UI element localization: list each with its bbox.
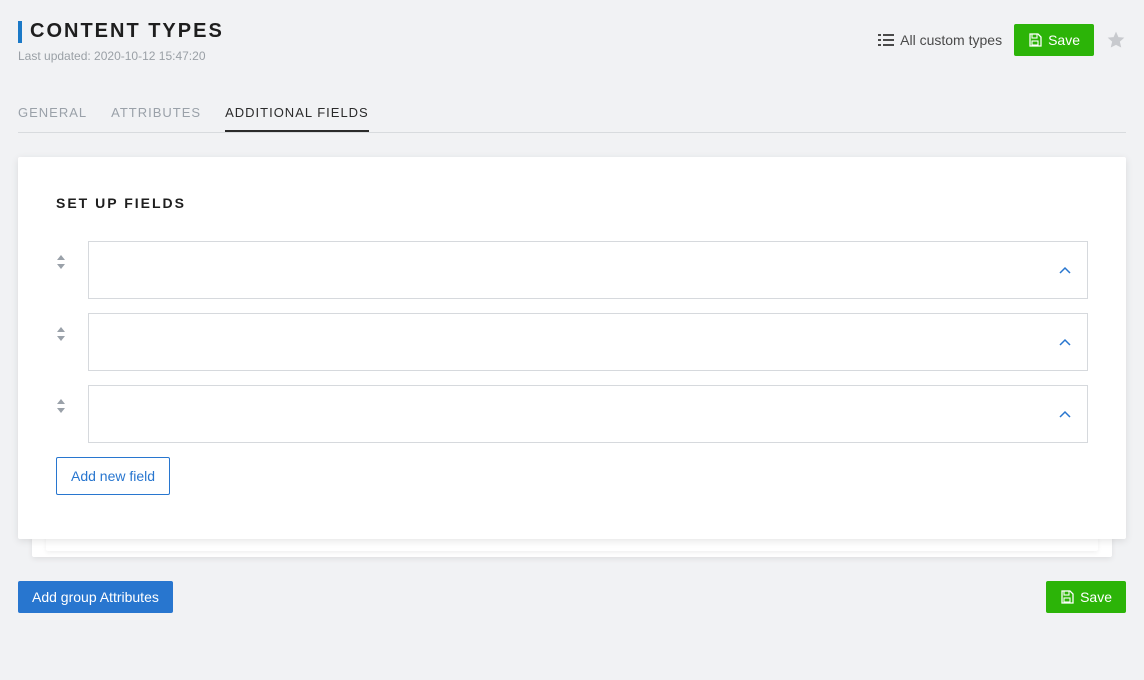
page-header: Content types Last updated: 2020-10-12 1…	[18, 20, 1126, 63]
chevron-up-icon[interactable]	[1059, 266, 1071, 274]
favorite-star-icon[interactable]	[1106, 30, 1126, 50]
tab-bar: General Attributes Additional fields	[18, 105, 1126, 133]
tab-general[interactable]: General	[18, 105, 87, 132]
add-new-field-label: Add new field	[71, 468, 155, 484]
field-row	[56, 241, 1088, 299]
last-updated: Last updated: 2020-10-12 15:47:20	[18, 49, 224, 63]
save-button-top-label: Save	[1048, 32, 1080, 48]
save-icon	[1060, 590, 1074, 604]
field-box	[88, 241, 1088, 299]
field-row	[56, 385, 1088, 443]
add-group-attributes-label: Add group Attributes	[32, 589, 159, 605]
drag-handle-icon[interactable]	[56, 241, 88, 299]
add-group-attributes-button[interactable]: Add group Attributes	[18, 581, 173, 613]
fields-panel: Set up fields	[18, 157, 1126, 539]
tab-additional-fields[interactable]: Additional fields	[225, 105, 369, 132]
save-icon	[1028, 33, 1042, 47]
chevron-up-icon[interactable]	[1059, 410, 1071, 418]
field-row	[56, 313, 1088, 371]
drag-handle-icon[interactable]	[56, 313, 88, 371]
all-custom-types-label: All custom types	[900, 32, 1002, 48]
all-custom-types-link[interactable]: All custom types	[878, 32, 1002, 48]
list-icon	[878, 33, 894, 47]
page-title: Content types	[30, 20, 224, 43]
chevron-up-icon[interactable]	[1059, 338, 1071, 346]
add-new-field-button[interactable]: Add new field	[56, 457, 170, 495]
title-accent-bar	[18, 21, 22, 43]
save-button-top[interactable]: Save	[1014, 24, 1094, 56]
drag-handle-icon[interactable]	[56, 385, 88, 443]
tab-attributes[interactable]: Attributes	[111, 105, 201, 132]
field-box	[88, 313, 1088, 371]
save-button-bottom-label: Save	[1080, 589, 1112, 605]
save-button-bottom[interactable]: Save	[1046, 581, 1126, 613]
field-box	[88, 385, 1088, 443]
footer: Add group Attributes Save	[18, 581, 1126, 631]
panel-heading: Set up fields	[56, 195, 1088, 211]
